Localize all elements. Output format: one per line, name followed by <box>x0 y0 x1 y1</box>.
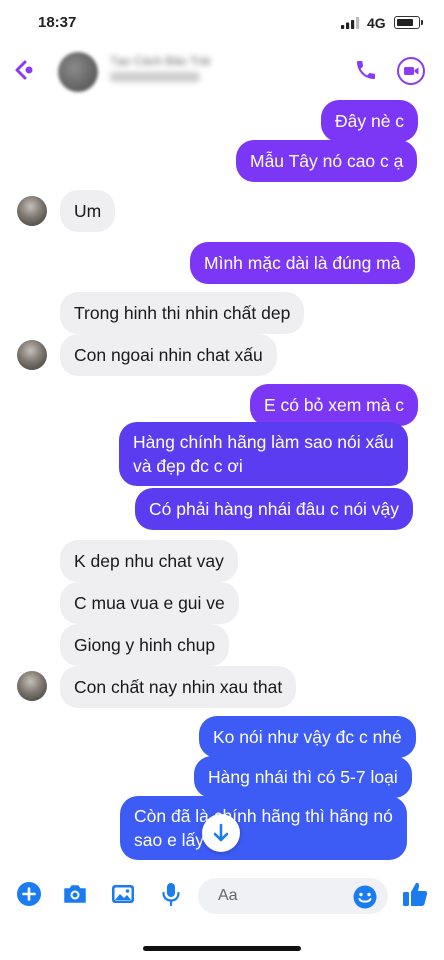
message-outgoing[interactable]: E có bỏ xem mà c <box>250 384 419 426</box>
home-indicator <box>143 946 301 951</box>
message-line: Còn đã là chính hãng thì hãng nó <box>134 806 393 826</box>
message-line: và đẹp đc c ơi <box>133 456 243 476</box>
video-call-icon[interactable] <box>396 56 426 86</box>
message-outgoing[interactable]: Mẫu Tây nó cao c ạ <box>236 140 418 182</box>
message-outgoing[interactable]: Ko nói như vậy đc c nhé <box>199 716 416 758</box>
message-incoming[interactable]: C mua vua e gui ve <box>60 582 239 624</box>
message-line: Hàng chính hãng làm sao nói xấu <box>133 432 394 452</box>
contact-name[interactable]: Tạo Cách Bảo Trái <box>110 54 280 68</box>
camera-icon[interactable] <box>62 881 88 907</box>
scroll-to-bottom-button[interactable] <box>202 814 240 852</box>
message-incoming[interactable]: Con chất nay nhin xau that <box>60 666 297 708</box>
message-incoming[interactable]: Giong y hinh chup <box>60 624 230 666</box>
message-outgoing[interactable]: Có phải hàng nhái đâu c nói vậy <box>135 488 414 530</box>
contact-avatar[interactable] <box>58 52 98 92</box>
contact-status <box>110 72 200 82</box>
network-label: 4G <box>367 15 386 31</box>
back-icon[interactable] <box>12 59 34 81</box>
status-time: 18:37 <box>38 14 77 31</box>
message-outgoing[interactable]: Đây nè c <box>321 100 419 142</box>
arrow-down-icon <box>213 823 229 842</box>
signal-icon <box>341 17 360 29</box>
message-outgoing-multiline[interactable]: Hàng chính hãng làm sao nói xấu và đẹp đ… <box>119 422 408 486</box>
chat-header: Tạo Cách Bảo Trái <box>0 46 444 98</box>
message-incoming[interactable]: K dep nhu chat vay <box>60 540 238 582</box>
like-icon[interactable] <box>401 880 429 908</box>
message-line: sao e lấy <box>134 830 205 850</box>
emoji-icon[interactable] <box>352 884 378 910</box>
battery-icon <box>394 16 420 29</box>
peer-avatar[interactable] <box>17 196 47 226</box>
status-bar: 18:37 4G <box>0 0 444 46</box>
message-incoming[interactable]: Trong hinh thi nhin chất dep <box>60 292 305 334</box>
message-outgoing[interactable]: Hàng nhái thì có 5-7 loại <box>194 756 412 798</box>
message-incoming[interactable]: Um <box>60 190 116 232</box>
call-icon[interactable] <box>354 58 378 82</box>
message-outgoing[interactable]: Mình mặc dài là đúng mà <box>190 242 415 284</box>
message-list[interactable]: Đây nè c Mẫu Tây nó cao c ạ Um Mình mặc … <box>0 98 444 866</box>
message-incoming[interactable]: Con ngoai nhin chat xấu <box>60 334 277 376</box>
peer-avatar[interactable] <box>17 340 47 370</box>
plus-icon[interactable] <box>16 881 42 907</box>
microphone-icon[interactable] <box>158 881 184 907</box>
battery-tip <box>421 20 423 25</box>
message-outgoing-multiline[interactable]: Còn đã là chính hãng thì hãng nó sao e l… <box>120 796 407 860</box>
peer-avatar[interactable] <box>17 671 47 701</box>
gallery-icon[interactable] <box>110 881 136 907</box>
